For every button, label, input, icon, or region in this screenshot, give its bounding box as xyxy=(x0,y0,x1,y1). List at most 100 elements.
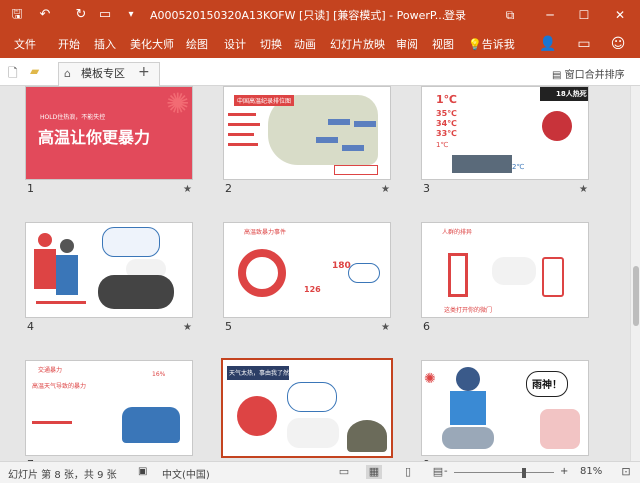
angry-face-icon xyxy=(237,396,277,436)
zoom-slider[interactable] xyxy=(454,472,554,473)
speech-bubble xyxy=(287,418,339,448)
slide-8-title: 天气太热，事由我了然 xyxy=(229,370,290,377)
hands-shape xyxy=(540,409,580,449)
vertical-scrollbar[interactable] xyxy=(630,86,640,461)
star-icon: ★ xyxy=(579,184,588,195)
tab-slideshow[interactable]: 幻灯片放映 xyxy=(330,36,385,52)
slide-3-temp: 2℃ xyxy=(512,163,525,171)
status-bar: 幻灯片 第 8 张，共 9 张 ▣ 中文(中国) ▭ ▦ ▯ ▤ - + 81%… xyxy=(0,461,640,483)
tab-review[interactable]: 审阅 xyxy=(396,36,418,52)
slide-5-title: 高温致暴力事件 xyxy=(244,229,287,236)
phone-icon xyxy=(542,257,564,297)
slide-3-callout xyxy=(452,155,512,173)
person-body-shape xyxy=(34,249,56,289)
ribbon-tabs: 文件 开始 插入 美化大师 绘图 设计 切换 动画 幻灯片放映 审阅 视图 💡告… xyxy=(0,30,640,58)
new-doc-icon[interactable]: 🗋 xyxy=(8,64,18,85)
slide-2-list-line xyxy=(228,143,258,146)
home-icon: ⌂ xyxy=(64,67,71,80)
speech-bubble xyxy=(102,227,160,257)
sun-icon: ✺ xyxy=(166,87,190,120)
window-merge-sort-button[interactable]: ▤ 窗口合并排序 xyxy=(552,66,625,81)
fit-to-window-icon[interactable]: ⊡ xyxy=(618,465,634,479)
tab-file[interactable]: 文件 xyxy=(14,36,36,52)
maximize-icon[interactable]: ☐ xyxy=(574,5,594,25)
slide-2-list-line xyxy=(228,123,260,126)
comment-icon[interactable]: ▭ xyxy=(574,34,594,54)
slide-2-list-line xyxy=(228,113,256,116)
tab-draw[interactable]: 绘图 xyxy=(186,36,208,52)
zoom-slider-knob[interactable] xyxy=(522,468,526,478)
person-head-icon xyxy=(38,233,52,247)
sick-face-icon xyxy=(542,111,572,141)
start-from-beginning-icon[interactable]: ▭ xyxy=(96,6,114,24)
reading-view-icon[interactable]: ▯ xyxy=(400,465,416,479)
slide-2-city-label xyxy=(342,145,364,151)
slide-thumbnail-8[interactable]: 天气太热，事由我了然 xyxy=(221,358,393,458)
star-icon: ★ xyxy=(183,184,192,195)
tab-home[interactable]: 开始 xyxy=(58,36,80,52)
lightbulb-icon: 💡 xyxy=(468,38,482,51)
normal-view-icon[interactable]: ▭ xyxy=(336,465,352,479)
slide-number-2: 2 xyxy=(225,182,232,195)
slide-1-hold-text: HOLD住热浪，不能失控 xyxy=(40,114,106,121)
zoom-out-button[interactable]: - xyxy=(444,466,448,477)
slide-thumbnail-3[interactable]: 1℃ 35℃ 34℃ 33℃ 18人热死 2℃ 1℃ xyxy=(421,86,589,180)
customize-icon[interactable]: ▾ xyxy=(122,6,140,24)
person-body-shape xyxy=(56,255,78,295)
login-link[interactable]: 登录 xyxy=(444,7,466,23)
tab-animations[interactable]: 动画 xyxy=(294,36,316,52)
tab-transitions[interactable]: 切换 xyxy=(260,36,282,52)
slide-sorter-view-icon[interactable]: ▦ xyxy=(366,465,382,479)
slide-4-text-line xyxy=(36,301,86,304)
save-icon[interactable]: 🖫 xyxy=(8,6,26,24)
slide-thumbnail-2[interactable]: 中国高温纪录排位图 xyxy=(223,86,391,180)
tab-design[interactable]: 设计 xyxy=(224,36,246,52)
folder-icon[interactable]: ▰ xyxy=(30,64,39,78)
slide-6-label: 这类打开你的微门 xyxy=(444,307,493,314)
slide-sorter: ✺ HOLD住热浪，不能失控 高温让你更暴力 1 ★ 中国高温纪录排位图 2 ★… xyxy=(0,86,630,461)
slide-7-label: 高温天气导致的暴力 xyxy=(32,383,87,390)
slide-number-5: 5 xyxy=(225,320,232,333)
tab-insert[interactable]: 插入 xyxy=(94,36,116,52)
slide-thumbnail-5[interactable]: 高温致暴力事件 180 126 xyxy=(223,222,391,318)
slide-number-6: 6 xyxy=(423,320,430,333)
zoom-in-button[interactable]: + xyxy=(560,466,568,477)
slide-thumbnail-9[interactable]: 雨神！ ✺ xyxy=(421,360,589,456)
slide-thumbnail-7[interactable]: 交通暴力 高温天气导致的暴力 16% xyxy=(25,360,193,456)
undo-icon[interactable]: ↶ xyxy=(36,6,54,24)
speech-bubble xyxy=(492,257,536,285)
share-user-icon[interactable]: 👤 xyxy=(538,34,558,54)
tab-view[interactable]: 视图 xyxy=(432,36,454,52)
star-icon: ★ xyxy=(381,184,390,195)
slide-5-ring-chart xyxy=(238,249,286,297)
slide-2-city-label xyxy=(328,119,350,125)
slide-number-1: 1 xyxy=(27,182,34,195)
slide-thumbnail-4[interactable] xyxy=(25,222,193,318)
speech-bubble xyxy=(287,382,337,412)
ribbon-display-icon[interactable]: ⧉ xyxy=(500,5,520,25)
person-body-shape xyxy=(450,391,486,425)
window-icon: ▤ xyxy=(552,70,562,81)
new-tab-button[interactable]: + xyxy=(138,64,150,80)
scrollbar-thumb[interactable] xyxy=(633,266,639,326)
minimize-icon[interactable]: ─ xyxy=(540,5,560,25)
zoom-level[interactable]: 81% xyxy=(580,466,602,477)
tab-beautify[interactable]: 美化大师 xyxy=(130,36,174,52)
spellcheck-icon[interactable]: ▣ xyxy=(138,466,147,477)
speech-bubble xyxy=(98,275,174,309)
slide-3-temp: 33℃ xyxy=(436,129,457,138)
sun-icon: ✺ xyxy=(424,371,436,387)
smiley-icon[interactable]: ☺ xyxy=(608,34,628,54)
person-head-icon xyxy=(347,420,387,452)
slide-9-bubble-text: 雨神！ xyxy=(532,380,562,391)
redo-icon[interactable]: ↻ xyxy=(72,6,90,24)
slide-3-badge: 18人热死 xyxy=(556,90,587,98)
person-head-icon xyxy=(456,367,480,391)
slide-thumbnail-6[interactable]: 人群的排异 这类打开你的微门 xyxy=(421,222,589,318)
tell-me-search[interactable]: 💡告诉我 xyxy=(468,36,515,52)
close-icon[interactable]: ✕ xyxy=(610,5,630,25)
star-icon: ★ xyxy=(381,322,390,333)
slide-thumbnail-1[interactable]: ✺ HOLD住热浪，不能失控 高温让你更暴力 xyxy=(25,86,193,180)
language-text[interactable]: 中文(中国) xyxy=(162,466,210,481)
slide-7-text-line xyxy=(32,421,72,424)
